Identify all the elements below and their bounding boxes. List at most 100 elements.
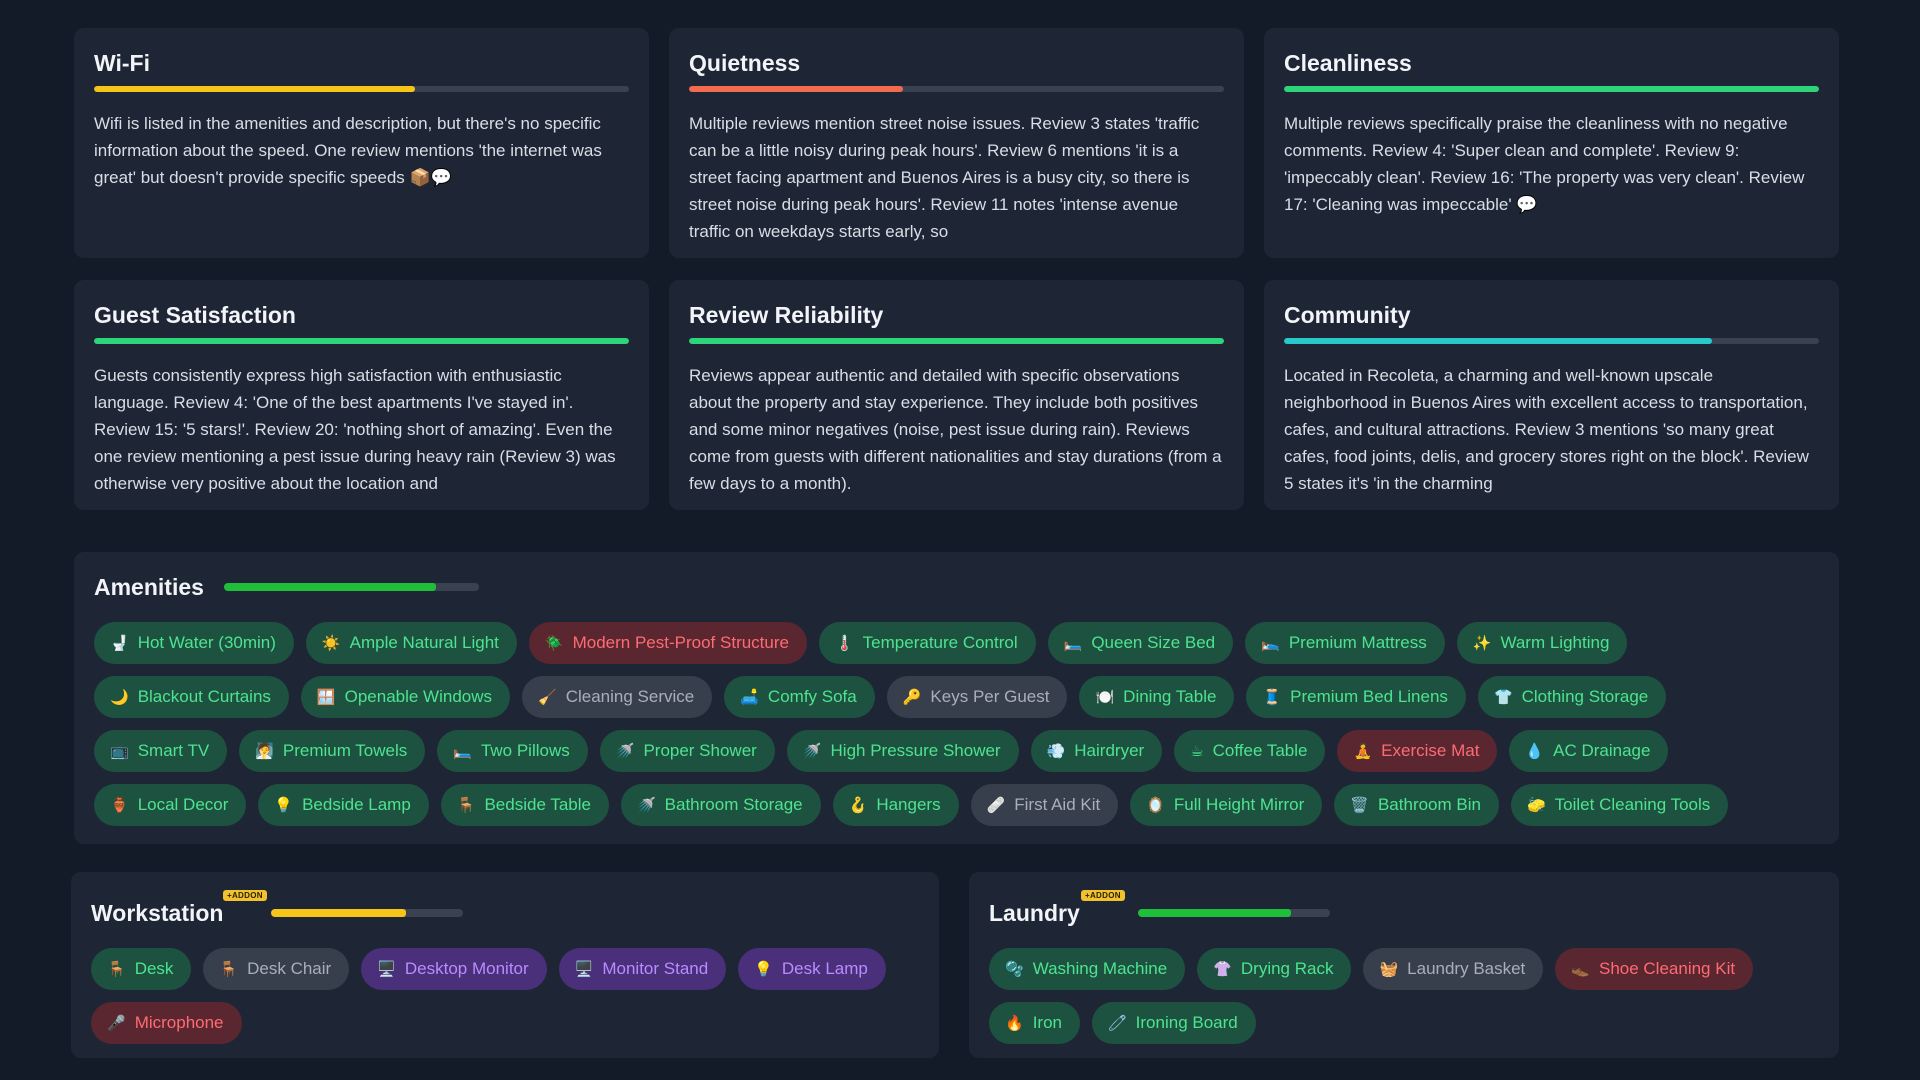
amenity-chip-shoe-cleaning-kit[interactable]: 👞 Shoe Cleaning Kit — [1555, 948, 1754, 990]
workstation-score-bar-fill — [271, 909, 406, 917]
amenity-label: Coffee Table — [1212, 741, 1308, 760]
amenity-chip-temperature-control[interactable]: 🌡️ Temperature Control — [818, 622, 1036, 664]
amenity-label: Dining Table — [1123, 687, 1217, 706]
amenity-label: Comfy Sofa — [767, 687, 857, 706]
metric-description: Multiple reviews mention street noise is… — [689, 114, 1200, 241]
dining-table-icon: 🍽️ — [1095, 688, 1115, 706]
amenity-chip-bedside-lamp[interactable]: 💡 Bedside Lamp — [258, 784, 429, 826]
amenity-chip-monitor-stand[interactable]: 🖥️ Monitor Stand — [558, 948, 727, 990]
keys-per-guest-icon: 🔑 — [902, 688, 922, 706]
amenity-chip-two-pillows[interactable]: 🛏️ Two Pillows — [437, 730, 588, 772]
two-pillows-icon: 🛏️ — [453, 742, 472, 760]
amenity-label: Desktop Monitor — [404, 959, 529, 978]
amenity-chip-bathroom-storage[interactable]: 🚿 Bathroom Storage — [620, 784, 821, 826]
bedside-lamp-icon: 💡 — [274, 796, 294, 814]
metric-description: Guests consistently express high satisfa… — [94, 366, 616, 493]
amenity-chip-hangers[interactable]: 🪝 Hangers — [832, 784, 959, 826]
amenity-chip-bedside-table[interactable]: 🪑 Bedside Table — [440, 784, 609, 826]
amenity-chip-iron[interactable]: 🔥 Iron — [989, 1002, 1080, 1044]
amenity-chip-hot-water-30min[interactable]: 🚽 Hot Water (30min) — [94, 622, 294, 664]
amenity-chip-laundry-basket[interactable]: 🧺 Laundry Basket — [1363, 948, 1544, 990]
addon-badge: +ADDON — [223, 890, 267, 901]
amenity-label: Proper Shower — [643, 741, 757, 760]
amenity-label: Premium Towels — [282, 741, 408, 760]
amenity-chip-desktop-monitor[interactable]: 🖥️ Desktop Monitor — [361, 948, 547, 990]
amenity-chip-exercise-mat[interactable]: 🧘 Exercise Mat — [1337, 730, 1498, 772]
amenity-chip-desk[interactable]: 🪑 Desk — [91, 948, 192, 990]
amenity-chip-warm-lighting[interactable]: ✨ Warm Lighting — [1456, 622, 1628, 664]
clothing-storage-icon: 👕 — [1493, 688, 1513, 706]
amenity-chip-bathroom-bin[interactable]: 🗑️ Bathroom Bin — [1334, 784, 1499, 826]
amenity-chip-cleaning-service[interactable]: 🧹 Cleaning Service — [522, 676, 713, 718]
amenity-label: Ample Natural Light — [349, 633, 499, 652]
blackout-curtains-icon: 🌙 — [110, 688, 129, 706]
amenity-chip-smart-tv[interactable]: 📺 Smart TV — [94, 730, 228, 772]
amenity-chip-ironing-board[interactable]: 🧷 Ironing Board — [1091, 1002, 1256, 1044]
metric-title: Cleanliness — [1284, 50, 1412, 76]
amenity-chip-desk-lamp[interactable]: 💡 Desk Lamp — [738, 948, 886, 990]
workstation-list: 🪑 Desk 🪑 Desk Chair 🖥️ Desktop Monitor 🖥️ Monit… — [91, 948, 911, 1044]
amenity-chip-washing-machine[interactable]: 🫧 Washing Machine — [989, 948, 1186, 990]
amenity-chip-local-decor[interactable]: 🏺 Local Decor — [94, 784, 247, 826]
queen-size-bed-icon: 🛏️ — [1063, 634, 1083, 652]
metric-card-community: Community Located in Recoleta, a charmin… — [1264, 280, 1839, 510]
ac-drainage-icon: 💧 — [1525, 742, 1545, 760]
amenity-chip-premium-mattress[interactable]: 🛌 Premium Mattress — [1245, 622, 1445, 664]
amenity-chip-premium-bed-linens[interactable]: 🧵 Premium Bed Linens — [1246, 676, 1466, 718]
amenities-panel: Amenities 🚽 Hot Water (30min) ☀️ Ample Natu… — [74, 552, 1839, 844]
laundry-score-bar — [1137, 909, 1330, 917]
cleaning-service-icon: 🧹 — [538, 688, 557, 706]
amenity-chip-proper-shower[interactable]: 🚿 Proper Shower — [599, 730, 775, 772]
amenity-chip-blackout-curtains[interactable]: 🌙 Blackout Curtains — [94, 676, 289, 718]
amenity-label: Exercise Mat — [1381, 741, 1480, 760]
laundry-basket-icon: 🧺 — [1379, 960, 1399, 978]
metric-description: Wifi is listed in the amenities and desc… — [94, 114, 602, 187]
amenity-chip-clothing-storage[interactable]: 👕 Clothing Storage — [1477, 676, 1667, 718]
amenity-label: Queen Size Bed — [1091, 633, 1216, 652]
amenity-chip-premium-towels[interactable]: 🧖 Premium Towels — [239, 730, 426, 772]
amenity-chip-queen-size-bed[interactable]: 🛏️ Queen Size Bed — [1047, 622, 1234, 664]
amenity-label: Ironing Board — [1135, 1013, 1238, 1032]
amenity-label: Hot Water (30min) — [137, 633, 276, 652]
amenity-label: Warm Lighting — [1500, 633, 1610, 652]
amenity-chip-dining-table[interactable]: 🍽️ Dining Table — [1079, 676, 1235, 718]
amenity-label: Premium Mattress — [1288, 633, 1427, 652]
amenity-chip-full-height-mirror[interactable]: 🪞 Full Height Mirror — [1130, 784, 1323, 826]
washing-machine-icon: 🫧 — [1005, 960, 1024, 978]
amenity-label: Shoe Cleaning Kit — [1598, 959, 1736, 978]
amenity-chip-keys-per-guest[interactable]: 🔑 Keys Per Guest — [886, 676, 1068, 718]
amenity-label: Hairdryer — [1074, 741, 1145, 760]
amenity-chip-openable-windows[interactable]: 🪟 Openable Windows — [300, 676, 511, 718]
amenity-label: Openable Windows — [344, 687, 493, 706]
amenity-chip-toilet-cleaning-tools[interactable]: 🧽 Toilet Cleaning Tools — [1510, 784, 1729, 826]
premium-mattress-icon: 🛌 — [1261, 634, 1280, 652]
desk-icon: 🪑 — [107, 960, 126, 978]
amenity-chip-microphone[interactable]: 🎤 Microphone — [91, 1002, 242, 1044]
amenity-label: Premium Bed Linens — [1290, 687, 1448, 706]
amenity-chip-hairdryer[interactable]: 💨 Hairdryer — [1030, 730, 1163, 772]
amenity-chip-comfy-sofa[interactable]: 🛋️ Comfy Sofa — [724, 676, 875, 718]
amenity-label: Full Height Mirror — [1173, 795, 1305, 814]
premium-towels-icon: 🧖 — [255, 742, 274, 760]
amenity-chip-modern-pest-proof-structure[interactable]: 🪲 Modern Pest-Proof Structure — [528, 622, 807, 664]
amenities-title: Amenities — [94, 574, 204, 600]
amenity-chip-ample-natural-light[interactable]: ☀️ Ample Natural Light — [305, 622, 517, 664]
hairdryer-icon: 💨 — [1046, 742, 1066, 760]
score-bar — [689, 338, 1224, 344]
laundry-list: 🫧 Washing Machine 👚 Drying Rack 🧺 Laundry Bas… — [989, 948, 1809, 1044]
amenities-list: 🚽 Hot Water (30min) ☀️ Ample Natural Light 🪲… — [94, 622, 1794, 826]
ironing-board-icon: 🧷 — [1107, 1014, 1127, 1032]
amenity-chip-drying-rack[interactable]: 👚 Drying Rack — [1197, 948, 1352, 990]
monitor-stand-icon: 🖥️ — [574, 960, 594, 978]
amenity-chip-coffee-table[interactable]: ☕ Coffee Table — [1174, 730, 1326, 772]
amenity-chip-high-pressure-shower[interactable]: 🚿 High Pressure Shower — [786, 730, 1019, 772]
score-bar-fill — [1284, 86, 1819, 92]
amenity-chip-desk-chair[interactable]: 🪑 Desk Chair — [203, 948, 350, 990]
amenity-chip-first-aid-kit[interactable]: 🩹 First Aid Kit — [970, 784, 1119, 826]
metric-card-wifi: Wi-Fi Wifi is listed in the amenities an… — [74, 28, 649, 258]
amenity-chip-ac-drainage[interactable]: 💧 AC Drainage — [1509, 730, 1669, 772]
amenity-label: Desk Chair — [247, 959, 332, 978]
toilet-cleaning-tools-icon: 🧽 — [1526, 796, 1546, 814]
amenity-label: Toilet Cleaning Tools — [1554, 795, 1711, 814]
amenities-header: Amenities — [94, 572, 1819, 602]
